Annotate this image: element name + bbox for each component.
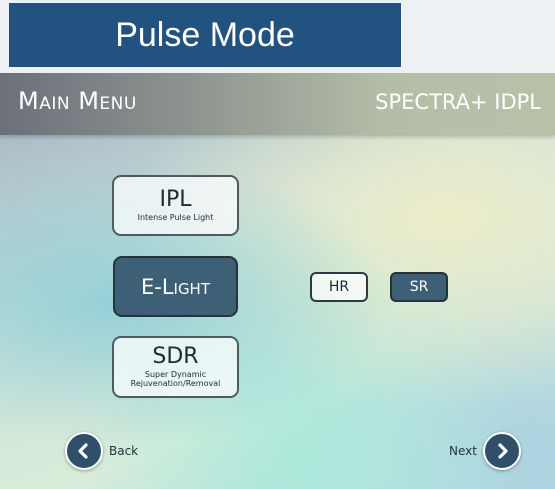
ipl-sublabel: Intense Pulse Light	[137, 213, 214, 222]
elight-label: E-Light	[140, 274, 211, 299]
chevron-left-icon	[65, 432, 103, 470]
app-header: Main Menu SPECTRA+ IDPL	[0, 73, 555, 135]
sdr-label: SDR	[152, 344, 199, 369]
app-panel: Main Menu SPECTRA+ IDPL IPL Intense Puls…	[0, 73, 555, 489]
back-label: Back	[109, 444, 139, 458]
hr-button[interactable]: HR	[310, 272, 368, 302]
back-button[interactable]: Back	[65, 432, 138, 470]
next-button[interactable]: Next	[449, 432, 521, 470]
elight-mode-button[interactable]: E-Light	[113, 256, 238, 317]
sdr-sublabel-line2: Rejuvenation/Removal	[130, 379, 221, 388]
sr-label: SR	[409, 279, 429, 295]
banner-title: Pulse Mode	[115, 15, 295, 54]
next-label: Next	[449, 444, 477, 458]
ipl-mode-button[interactable]: IPL Intense Pulse Light	[112, 175, 239, 236]
screen: Pulse Mode Main Menu SPECTRA+ IDPL IPL I…	[0, 0, 555, 489]
hr-label: HR	[328, 279, 350, 295]
sr-button[interactable]: SR	[390, 272, 448, 302]
sdr-sublabel-line1: Super Dynamic	[144, 370, 207, 379]
menu-title: Main Menu	[18, 87, 137, 115]
sdr-mode-button[interactable]: SDR Super Dynamic Rejuvenation/Removal	[112, 336, 239, 398]
page-banner: Pulse Mode	[9, 3, 401, 67]
chevron-right-icon	[483, 432, 521, 470]
product-name: SPECTRA+ IDPL	[375, 90, 541, 114]
ipl-label: IPL	[159, 187, 192, 212]
